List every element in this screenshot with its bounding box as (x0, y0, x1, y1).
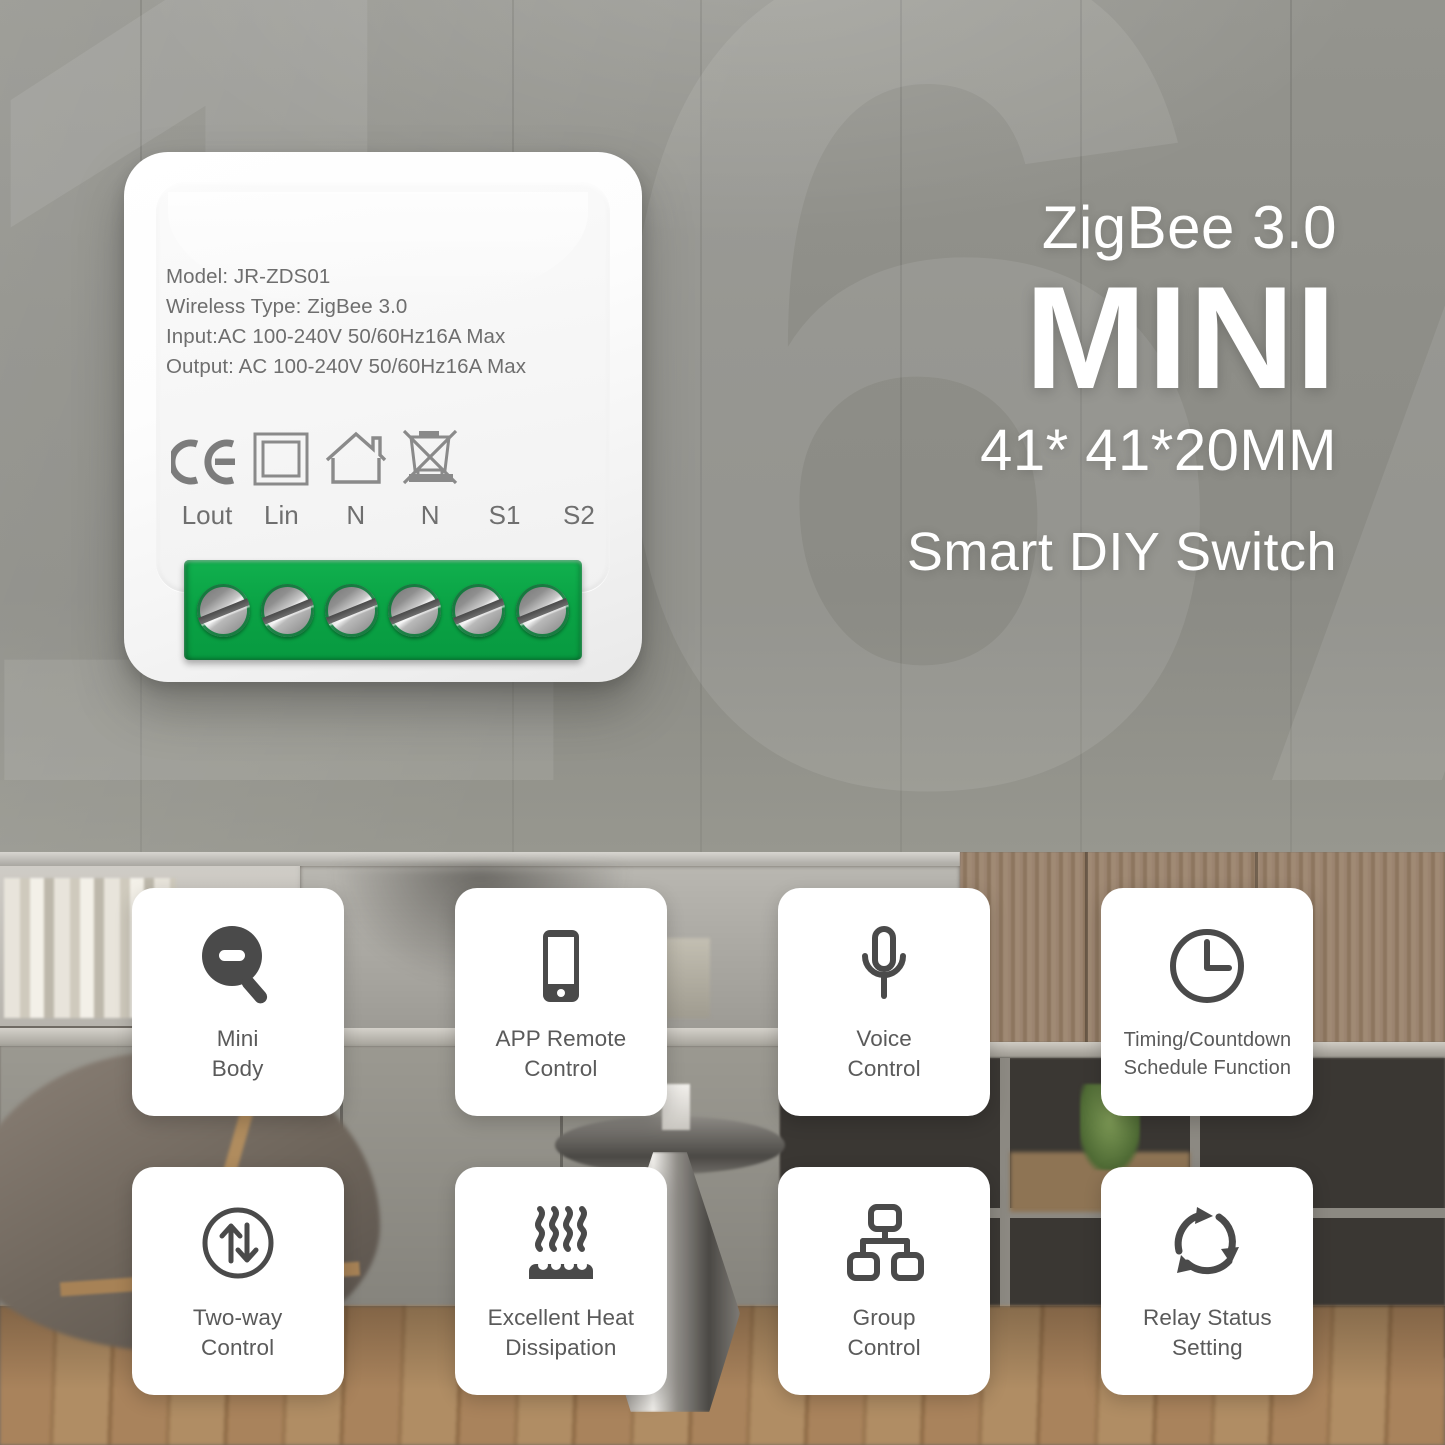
feature-label: Timing/Countdown Schedule Function (1124, 1026, 1292, 1082)
circular-arrows-icon (1161, 1197, 1253, 1293)
two-way-arrows-icon (192, 1197, 284, 1293)
feature-card-relay-status-setting[interactable]: Relay Status Setting (1101, 1166, 1314, 1395)
feature-label: Voice Control (848, 1024, 921, 1084)
smartphone-icon (515, 918, 607, 1014)
terminal-screw (451, 583, 505, 637)
feature-label: Two-way Control (193, 1303, 282, 1363)
device-spec-text: Model: JR-ZDS01 Wireless Type: ZigBee 3.… (166, 262, 622, 382)
feature-label: Excellent Heat Dissipation (488, 1303, 634, 1363)
feature-label-line2: Control (524, 1056, 598, 1082)
feature-card-two-way-control[interactable]: Two-way Control (131, 1166, 344, 1395)
terminal-label-lout: Lout (181, 500, 233, 530)
feature-card-heat-dissipation[interactable]: Excellent Heat Dissipation (454, 1166, 667, 1395)
feature-label-line2: Schedule Function (1123, 1057, 1292, 1080)
feature-label-line1: Two-way (192, 1304, 283, 1330)
feature-label: Mini Body (212, 1024, 264, 1084)
cert-slot-ce (170, 438, 244, 486)
class-2-double-insulation-icon (253, 432, 309, 486)
terminal-label-row: Lout Lin N N S1 S2 (170, 500, 616, 531)
feature-label-line2: Control (201, 1334, 275, 1360)
cert-slot-class2 (244, 432, 318, 486)
magnifier-minus-icon (192, 918, 284, 1014)
heat-waves-icon (515, 1197, 607, 1293)
cert-slot-weee (393, 428, 467, 486)
terminal-screw (388, 583, 442, 637)
feature-label-line2: Control (847, 1334, 921, 1360)
product-device: Model: JR-ZDS01 Wireless Type: ZigBee 3.… (124, 152, 642, 682)
cert-slot-indoor (319, 430, 393, 486)
spec-line-input: Input:AC 100-240V 50/60Hz16A Max (166, 325, 506, 348)
terminal-label-n1: N (346, 500, 366, 530)
terminal-screw (324, 583, 378, 637)
headline-protocol: ZigBee 3.0 (1041, 194, 1337, 261)
indoor-use-house-icon (325, 431, 386, 484)
feature-card-voice-control[interactable]: Voice Control (778, 888, 991, 1117)
feature-label: Group Control (848, 1303, 921, 1363)
feature-card-app-remote-control[interactable]: APP Remote Control (454, 888, 667, 1117)
spec-line-wireless: Wireless Type: ZigBee 3.0 (166, 295, 408, 318)
spec-line-model: Model: JR-ZDS01 (166, 265, 331, 288)
terminal-screw (260, 583, 314, 637)
spec-line-output: Output: AC 100-240V 50/60Hz16A Max (166, 355, 527, 378)
feature-label-line1: Timing/Countdown (1123, 1029, 1292, 1052)
feature-label-line2: Setting (1171, 1334, 1243, 1360)
terminal-block (184, 560, 582, 660)
feature-card-group-control[interactable]: Group Control (778, 1166, 991, 1395)
hierarchy-group-icon (838, 1197, 930, 1293)
hero-headline: ZigBee 3.0 MINI 41* 41*20MM Smart DIY Sw… (907, 196, 1337, 583)
feature-label-line1: Excellent Heat (487, 1304, 635, 1330)
terminal-label-lin: Lin (264, 500, 299, 530)
feature-label: Relay Status Setting (1143, 1303, 1272, 1363)
feature-label-line2: Dissipation (505, 1334, 617, 1360)
feature-label-line2: Control (847, 1056, 921, 1082)
headline-tagline: Smart DIY Switch (906, 522, 1337, 583)
microphone-icon (838, 918, 930, 1014)
hero-section: 16A Model: JR-ZDS01 Wireless Type: ZigBe… (0, 0, 1445, 852)
ce-mark-icon (171, 439, 235, 485)
terminal-screw (515, 583, 569, 637)
feature-card-grid: Mini Body APP Remote Control Voice Contr… (0, 852, 1445, 1445)
feature-card-timing-countdown[interactable]: Timing/Countdown Schedule Function (1101, 888, 1314, 1117)
feature-label-line2: Body (211, 1056, 264, 1082)
clock-icon (1161, 920, 1253, 1016)
feature-label-line1: Voice (856, 1026, 912, 1052)
terminal-label-s2: S2 (563, 500, 595, 530)
terminal-label-n2: N (420, 500, 440, 530)
feature-label-line1: Relay Status (1142, 1304, 1272, 1330)
headline-dimensions: 41* 41*20MM (980, 418, 1337, 484)
certification-icon-row (170, 420, 616, 486)
terminal-screw (197, 583, 251, 637)
feature-card-mini-body[interactable]: Mini Body (131, 888, 344, 1117)
feature-label-line1: Group (852, 1304, 916, 1330)
weee-crossed-bin-icon (403, 429, 458, 485)
feature-label-line1: Mini (216, 1026, 259, 1052)
feature-label: APP Remote Control (496, 1024, 627, 1084)
headline-mini: MINI (1024, 256, 1337, 419)
feature-label-line1: APP Remote (495, 1026, 627, 1052)
terminal-label-s1: S1 (488, 500, 521, 530)
